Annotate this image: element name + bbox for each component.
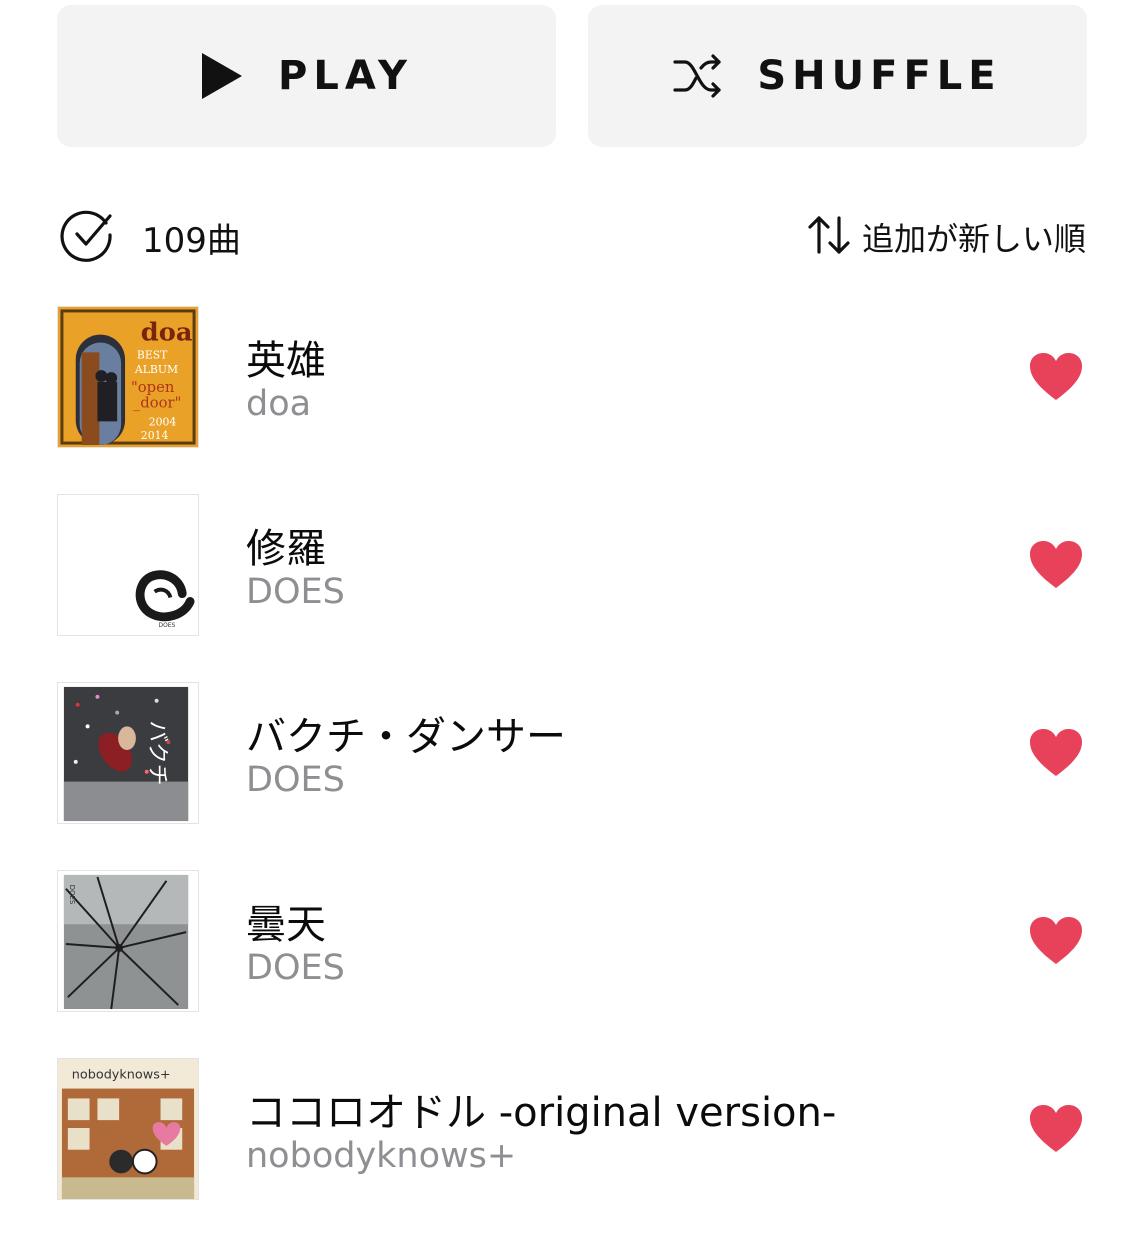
select-control[interactable]: 109曲 (60, 207, 241, 267)
library-summary: 109曲 追加が新しい順 (60, 208, 1086, 266)
album-artwork: DOES (57, 870, 199, 1012)
artwork-text: 2014 (141, 429, 169, 442)
artwork-text: "open (131, 379, 175, 396)
artwork-text: 2004 (149, 415, 177, 428)
track-row[interactable]: nobodyknows+ ココロオドル -original version- n… (57, 1058, 1144, 1246)
track-title: 英雄 (246, 338, 326, 384)
track-row[interactable]: DOES 曇天 DOES (57, 870, 1144, 1058)
album-artwork: DOES (57, 494, 199, 636)
track-title: ココロオドル -original version- (246, 1090, 837, 1136)
play-icon (200, 51, 244, 101)
sort-label: 追加が新しい順 (861, 220, 1086, 258)
album-artwork: nobodyknows+ (57, 1058, 199, 1200)
artwork-text: doa (141, 318, 193, 348)
track-artist: doa (246, 384, 312, 424)
track-artist: nobodyknows+ (246, 1136, 517, 1176)
artwork-text: バクチ (145, 720, 170, 785)
artwork-text: DOES (68, 885, 76, 904)
heart-icon[interactable] (1029, 352, 1083, 402)
track-title: 修羅 (246, 526, 326, 572)
sort-arrows-icon (806, 215, 854, 259)
song-count: 109曲 (142, 220, 241, 261)
play-button[interactable]: PLAY (57, 5, 556, 147)
track-list: doa BEST ALBUM "open _door" 2004 2014 英雄… (57, 306, 1144, 1246)
track-row[interactable]: バクチ バクチ・ダンサー DOES (57, 682, 1144, 870)
track-title: バクチ・ダンサー (246, 714, 566, 760)
check-circle-icon (60, 207, 116, 267)
track-row[interactable]: doa BEST ALBUM "open _door" 2004 2014 英雄… (57, 306, 1144, 494)
album-artwork: バクチ (57, 682, 199, 824)
shuffle-label: SHUFFLE (757, 53, 1002, 99)
track-artist: DOES (246, 572, 345, 612)
track-row[interactable]: DOES 修羅 DOES (57, 494, 1144, 682)
album-artwork: doa BEST ALBUM "open _door" 2004 2014 (57, 306, 199, 448)
heart-icon[interactable] (1029, 728, 1083, 778)
shuffle-icon (673, 54, 723, 98)
shuffle-button[interactable]: SHUFFLE (588, 5, 1087, 147)
artwork-text: ALBUM (134, 363, 178, 376)
artwork-text: BEST (137, 348, 168, 361)
sort-control[interactable]: 追加が新しい順 (806, 214, 1086, 260)
artwork-text: nobodyknows+ (72, 1068, 171, 1083)
artwork-text: _door" (133, 395, 181, 412)
track-artist: DOES (246, 948, 345, 988)
track-artist: DOES (246, 760, 345, 800)
track-title: 曇天 (246, 902, 326, 948)
play-label: PLAY (278, 53, 413, 99)
heart-icon[interactable] (1029, 916, 1083, 966)
heart-icon[interactable] (1029, 540, 1083, 590)
heart-icon[interactable] (1029, 1104, 1083, 1154)
artwork-text: DOES (159, 623, 176, 629)
